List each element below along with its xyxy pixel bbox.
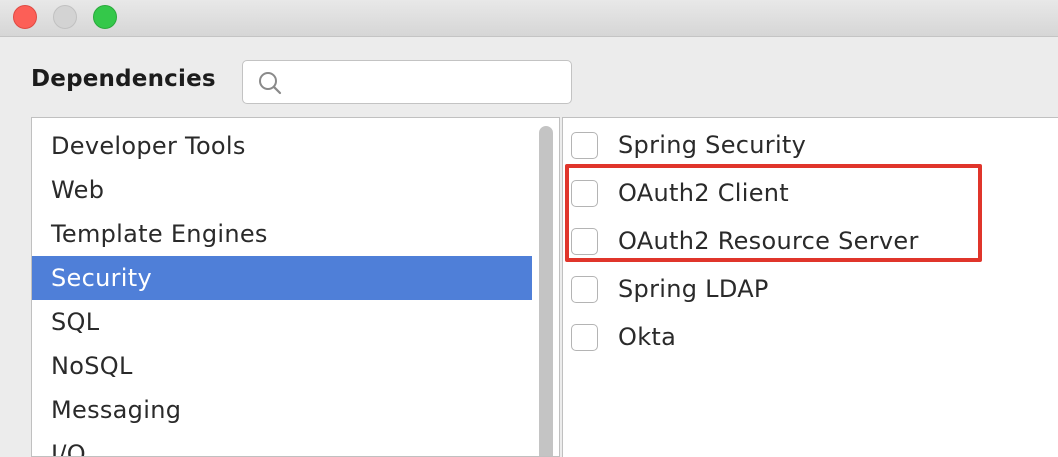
- category-item-io[interactable]: I/O: [32, 432, 532, 456]
- search-field[interactable]: [242, 60, 572, 104]
- search-icon: [259, 72, 282, 95]
- category-list: Developer Tools Web Template Engines Sec…: [31, 117, 560, 457]
- minimize-window-button[interactable]: [53, 5, 77, 29]
- oauth2-client-checkbox[interactable]: [571, 180, 598, 207]
- okta-checkbox[interactable]: [571, 324, 598, 351]
- category-item-nosql[interactable]: NoSQL: [32, 344, 532, 388]
- close-window-button[interactable]: [13, 5, 37, 29]
- dependency-label: Okta: [618, 323, 677, 351]
- spring-ldap-checkbox[interactable]: [571, 276, 598, 303]
- window-titlebar: [0, 0, 1058, 37]
- category-item-sql[interactable]: SQL: [32, 300, 532, 344]
- dependency-row-oauth2-resource-server[interactable]: OAuth2 Resource Server: [563, 221, 1053, 261]
- category-item-template-engines[interactable]: Template Engines: [32, 212, 532, 256]
- dependency-list: Spring Security OAuth2 Client OAuth2 Res…: [562, 117, 1058, 457]
- category-item-developer-tools[interactable]: Developer Tools: [32, 124, 532, 168]
- search-input[interactable]: [289, 67, 563, 99]
- dependency-row-spring-security[interactable]: Spring Security: [563, 125, 1053, 165]
- category-item-web[interactable]: Web: [32, 168, 532, 212]
- category-item-security[interactable]: Security: [32, 256, 532, 300]
- dependency-row-oauth2-client[interactable]: OAuth2 Client: [563, 173, 1053, 213]
- dependency-label: Spring Security: [618, 131, 807, 159]
- category-item-messaging[interactable]: Messaging: [32, 388, 532, 432]
- dependency-label: OAuth2 Resource Server: [618, 227, 919, 255]
- zoom-window-button[interactable]: [93, 5, 117, 29]
- dependency-label: Spring LDAP: [618, 275, 769, 303]
- category-scrollbar-thumb[interactable]: [539, 126, 553, 456]
- dependency-row-spring-ldap[interactable]: Spring LDAP: [563, 269, 1053, 309]
- spring-security-checkbox[interactable]: [571, 132, 598, 159]
- dependency-label: OAuth2 Client: [618, 179, 789, 207]
- dependencies-title: Dependencies: [31, 66, 216, 92]
- dependency-row-okta[interactable]: Okta: [563, 317, 1053, 357]
- oauth2-resource-server-checkbox[interactable]: [571, 228, 598, 255]
